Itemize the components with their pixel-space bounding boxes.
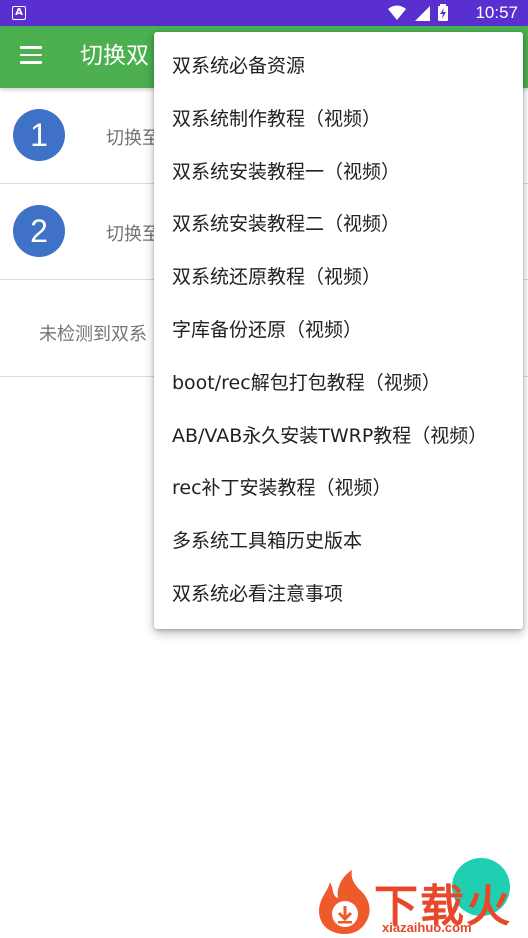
menu-item-rec-patch-tutorial[interactable]: rec补丁安装教程（视频） <box>154 462 523 515</box>
number-badge: 2 <box>13 205 65 257</box>
status-bar: A 10:57 <box>0 0 528 26</box>
menu-item-notes[interactable]: 双系统必看注意事项 <box>154 568 523 621</box>
signal-icon <box>415 5 430 21</box>
notification-icon: A <box>12 6 26 20</box>
menu-item-resources[interactable]: 双系统必备资源 <box>154 40 523 93</box>
menu-item-install-tutorial-1[interactable]: 双系统安装教程一（视频） <box>154 146 523 199</box>
row-label: 切换至 <box>106 128 160 149</box>
clock: 10:57 <box>475 3 518 22</box>
menu-icon[interactable] <box>20 46 42 64</box>
status-message: 未检测到双系 <box>39 324 147 345</box>
menu-item-install-tutorial-2[interactable]: 双系统安装教程二（视频） <box>154 198 523 251</box>
menu-item-restore-tutorial[interactable]: 双系统还原教程（视频） <box>154 251 523 304</box>
menu-item-twrp-tutorial[interactable]: AB/VAB永久安装TWRP教程（视频） <box>154 410 523 463</box>
menu-item-history-versions[interactable]: 多系统工具箱历史版本 <box>154 515 523 568</box>
status-icons <box>388 4 448 21</box>
row-label: 切换至 <box>106 224 160 245</box>
menu-item-boot-rec-tutorial[interactable]: boot/rec解包打包教程（视频） <box>154 357 523 410</box>
battery-charging-icon <box>438 4 448 21</box>
number-badge: 1 <box>13 109 65 161</box>
flame-logo-icon <box>319 870 370 934</box>
menu-item-font-backup[interactable]: 字库备份还原（视频） <box>154 304 523 357</box>
wifi-icon <box>388 5 406 20</box>
overflow-menu: 双系统必备资源 双系统制作教程（视频） 双系统安装教程一（视频） 双系统安装教程… <box>154 32 523 629</box>
watermark-url: xiazaihuo.com <box>382 920 472 935</box>
page-title: 切换双 <box>80 43 149 69</box>
watermark-logo: 下载火 xiazaihuo.com <box>312 868 528 938</box>
menu-item-make-tutorial[interactable]: 双系统制作教程（视频） <box>154 93 523 146</box>
